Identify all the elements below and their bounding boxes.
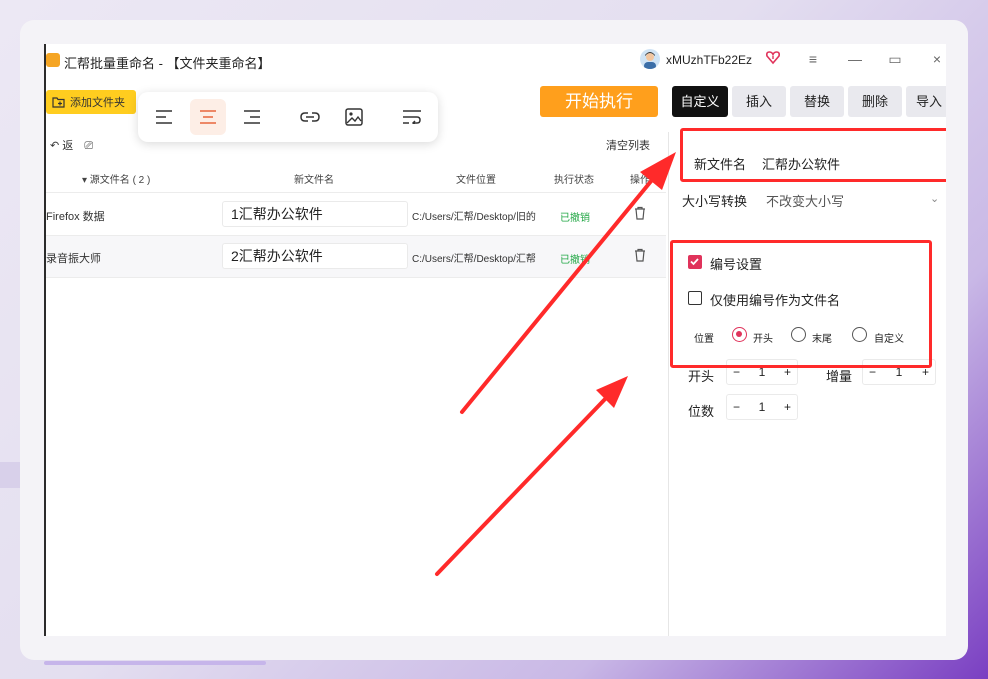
table-row-source[interactable]: 录音振大师 (46, 250, 206, 266)
step-label: 增量 (826, 369, 853, 384)
column-header-status: 执行状态 (554, 175, 594, 186)
column-header-location: 文件位置 (456, 175, 496, 186)
app-window: 汇帮批量重命名 - 【文件夹重命名】 xMUzhTFb22Ez ≡ — ▭ × … (44, 44, 946, 636)
tab-custom[interactable]: 自定义 (672, 86, 728, 117)
increment-button[interactable]: + (784, 400, 791, 414)
column-header-action: 操作 (630, 175, 650, 186)
clear-list-button[interactable]: 清空列表 (606, 137, 650, 153)
new-name-cell[interactable]: 2汇帮办公软件 (222, 243, 408, 269)
decrement-button[interactable]: − (733, 400, 740, 414)
back-button[interactable]: ↶ 返 ⎚ (50, 137, 93, 153)
link-icon[interactable] (292, 99, 328, 135)
table-row-source[interactable]: Firefox 数据 (46, 208, 206, 224)
add-folder-label: 添加文件夹 (70, 97, 125, 109)
panel-divider (668, 132, 669, 636)
add-folder-icon (52, 96, 65, 108)
app-logo-icon (46, 53, 60, 67)
wrap-text-icon[interactable] (394, 99, 430, 135)
tab-insert[interactable]: 插入 (732, 86, 786, 117)
align-right-icon[interactable] (234, 99, 270, 135)
add-folder-button[interactable]: 添加文件夹 (46, 90, 136, 114)
avatar[interactable] (640, 49, 660, 69)
tab-replace[interactable]: 替换 (790, 86, 844, 117)
status-badge: 已撤销 (560, 213, 590, 224)
header-divider (46, 192, 666, 193)
trash-icon[interactable] (633, 248, 647, 262)
align-center-icon[interactable] (190, 99, 226, 135)
digits-value[interactable]: 1 (759, 400, 766, 414)
image-icon[interactable] (336, 99, 372, 135)
digits-label: 位数 (688, 404, 715, 419)
digits-stepper[interactable]: − 1 + (726, 394, 798, 420)
status-badge: 已撤销 (560, 255, 590, 266)
new-name-cell[interactable]: 1汇帮办公软件 (222, 201, 408, 227)
minimize-button[interactable]: — (844, 48, 866, 70)
tab-delete[interactable]: 删除 (848, 86, 902, 117)
window-title: 汇帮批量重命名 - 【文件夹重命名】 (64, 56, 271, 71)
close-button[interactable]: × (926, 48, 946, 70)
refresh-icon[interactable]: ⎚ (84, 140, 93, 152)
annotation-box-numbering (670, 240, 932, 368)
case-label: 大小写转换 (682, 194, 748, 209)
location-cell[interactable]: C:/Users/汇帮/Desktop/汇帮 (412, 250, 540, 265)
trash-icon[interactable] (633, 206, 647, 220)
tab-import[interactable]: 导入 (906, 86, 946, 117)
maximize-button[interactable]: ▭ (884, 48, 906, 70)
menu-icon[interactable]: ≡ (802, 48, 824, 70)
undo-icon: ↶ (50, 140, 60, 152)
background-line (44, 661, 266, 665)
start-button[interactable]: 开始执行 (540, 86, 658, 117)
chevron-down-icon[interactable]: ⌄ (930, 192, 939, 205)
row-divider (46, 277, 666, 278)
case-select[interactable]: 不改变大小写 (766, 191, 844, 210)
vip-heart-icon[interactable] (765, 49, 781, 65)
start-label: 开头 (688, 369, 715, 384)
column-header-source[interactable]: ▾ 源文件名 ( 2 ) (82, 171, 150, 186)
back-label: 返 (62, 140, 74, 152)
column-header-new-name: 新文件名 (294, 175, 334, 186)
username[interactable]: xMUzhTFb22Ez (666, 53, 752, 67)
align-left-icon[interactable] (146, 99, 182, 135)
location-cell[interactable]: C:/Users/汇帮/Desktop/旧的 (412, 208, 540, 223)
format-toolbar-popup (138, 92, 438, 142)
annotation-box-new-name (680, 128, 946, 182)
